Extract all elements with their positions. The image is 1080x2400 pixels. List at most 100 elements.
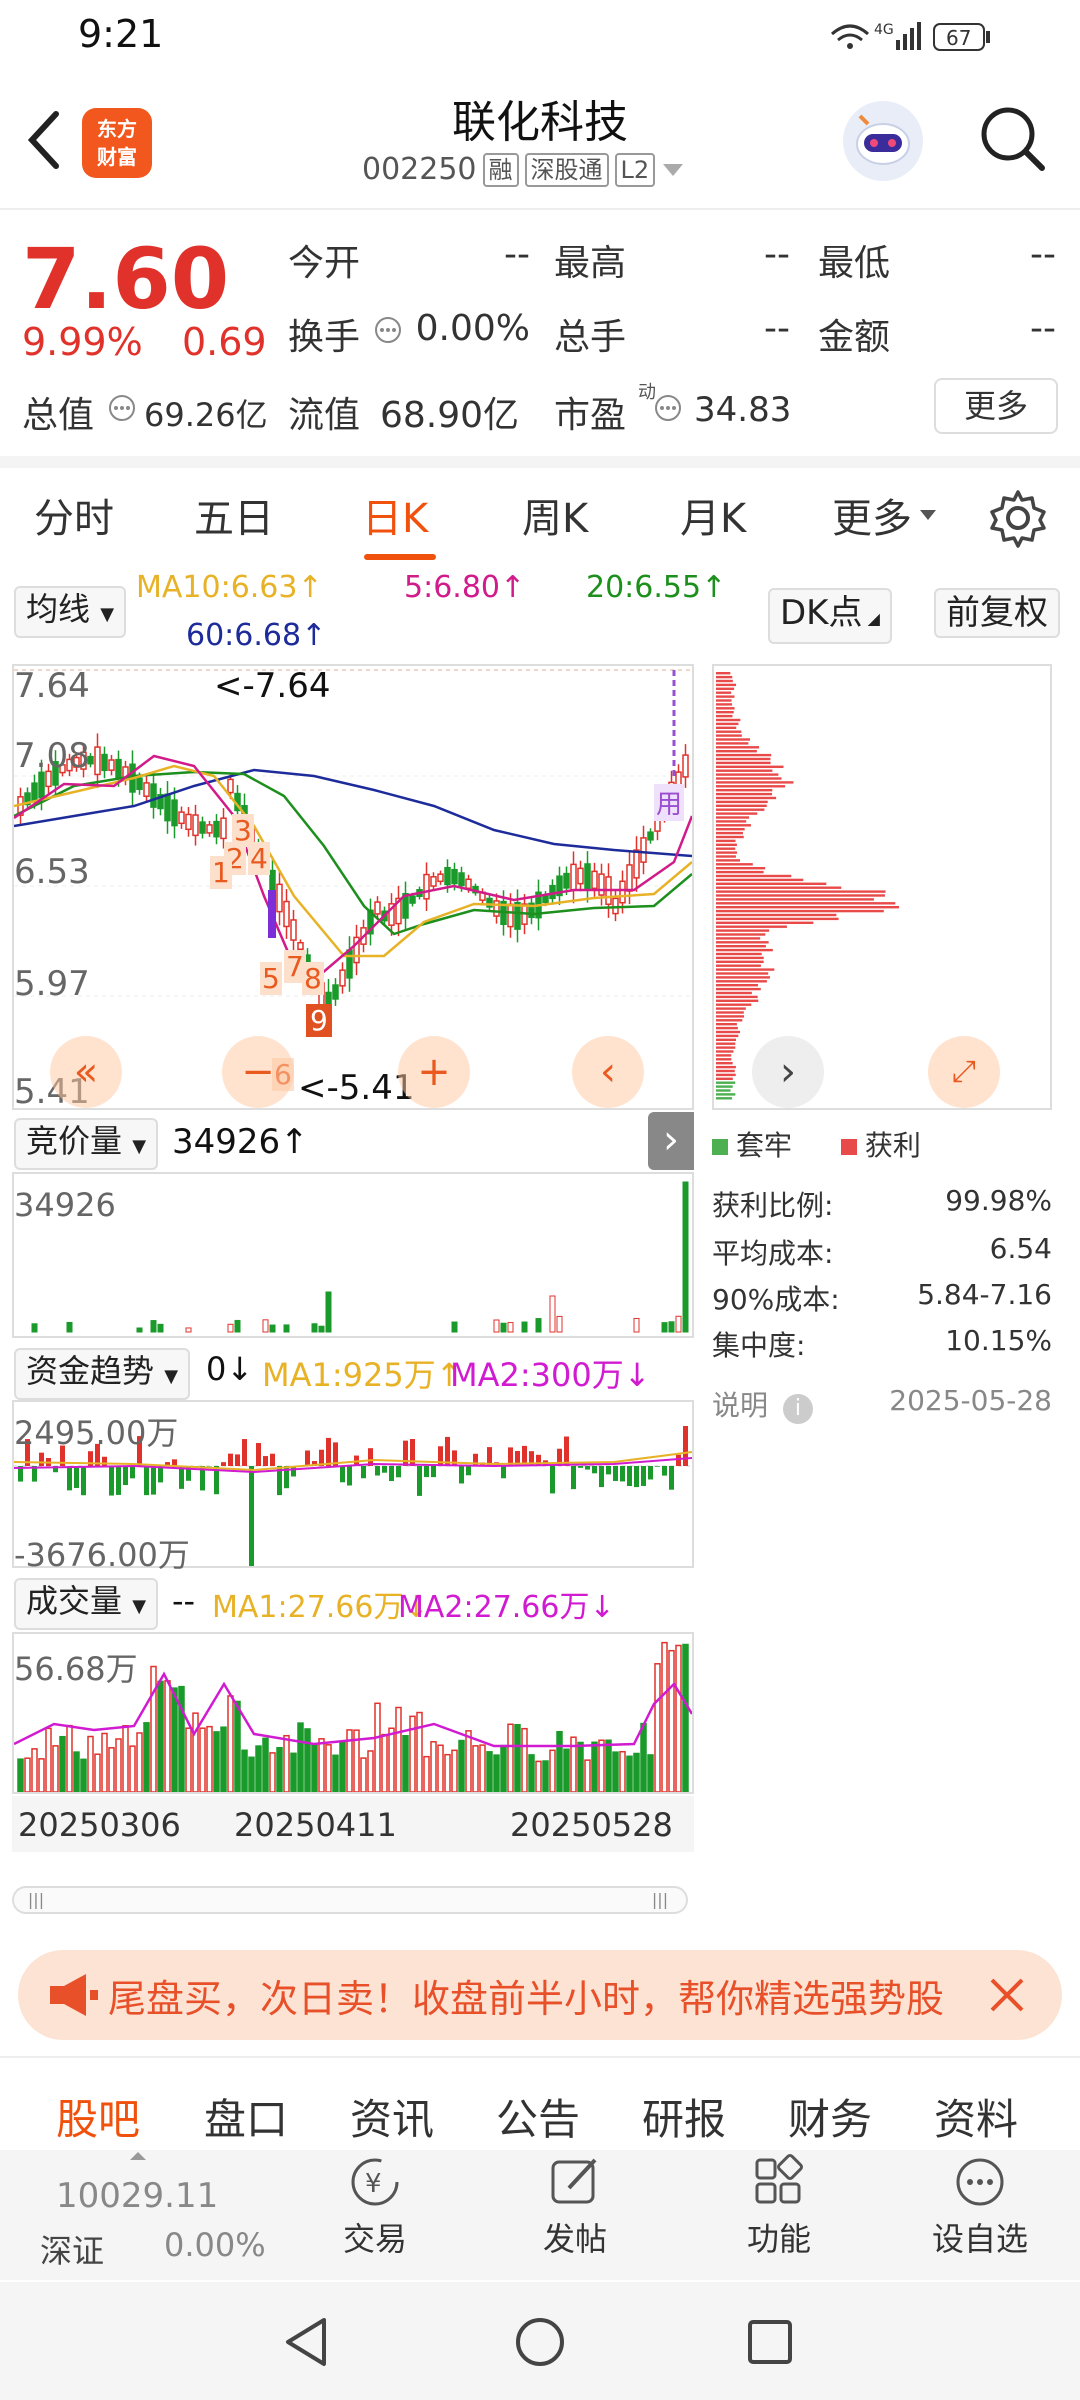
nav-post[interactable]: 发帖 bbox=[530, 2154, 620, 2260]
capital-bar bbox=[662, 1466, 667, 1476]
nav-functions-label: 功能 bbox=[746, 2220, 811, 2258]
capital-select[interactable]: 资金趋势 ▼ bbox=[14, 1348, 191, 1400]
dk-point-button[interactable]: DK点 ◢ bbox=[768, 588, 892, 644]
chip-bar bbox=[716, 746, 760, 749]
chip-bar bbox=[716, 1015, 745, 1018]
chip-bar bbox=[716, 1073, 736, 1077]
chip-bar bbox=[716, 1026, 738, 1030]
nav-trade[interactable]: ¥ 交易 bbox=[330, 2154, 420, 2260]
scroll-handle-left[interactable]: ||| bbox=[20, 1890, 52, 1910]
volume-bar bbox=[500, 1744, 507, 1793]
expand-panel-button[interactable]: › bbox=[648, 1112, 694, 1170]
capital-bar bbox=[39, 1452, 44, 1466]
chip-bar bbox=[716, 976, 770, 979]
tab-intraday[interactable]: 分时 bbox=[34, 486, 114, 544]
chip-bar bbox=[716, 1042, 736, 1045]
stock-code: 002250 bbox=[362, 152, 477, 187]
grid-icon bbox=[755, 2154, 803, 2204]
chip-bar bbox=[716, 1034, 739, 1038]
system-recents-icon[interactable] bbox=[742, 2314, 798, 2370]
expand-icon[interactable]: ⤢ bbox=[928, 1036, 1000, 1108]
volume-bar bbox=[381, 1733, 388, 1793]
system-home-icon[interactable] bbox=[512, 2314, 568, 2370]
time-scrollbar[interactable]: ||| ||| bbox=[12, 1886, 688, 1914]
tab-finance[interactable]: 财务 bbox=[788, 2086, 872, 2147]
chip-bar bbox=[716, 785, 786, 788]
megaphone-icon bbox=[50, 1974, 98, 2016]
scroll-left-button[interactable]: ‹ bbox=[572, 1036, 644, 1108]
tab-announcements[interactable]: 公告 bbox=[496, 2086, 580, 2147]
tab-profile[interactable]: 资料 bbox=[934, 2086, 1018, 2147]
capital-bar bbox=[571, 1466, 576, 1490]
tab-daily-k[interactable]: 日K bbox=[362, 486, 428, 544]
settings-gear-icon[interactable] bbox=[988, 488, 1048, 548]
chip-bar bbox=[716, 1089, 731, 1092]
chip-bar bbox=[716, 941, 769, 944]
kline-chart[interactable]: 7.64 7.08 6.53 5.97 5.41 <-7.64 <-5.41 3… bbox=[12, 664, 694, 1112]
chip-bar bbox=[716, 921, 814, 924]
chip-bar bbox=[716, 672, 731, 675]
volume-bar bbox=[192, 1712, 199, 1793]
close-icon[interactable] bbox=[986, 1974, 1028, 2016]
candle-body bbox=[283, 900, 290, 928]
zoom-in-button[interactable]: + bbox=[398, 1036, 470, 1108]
volume-bar bbox=[535, 1760, 542, 1793]
volume-bar bbox=[108, 1747, 115, 1793]
chip-note[interactable]: 说明 i bbox=[712, 1384, 813, 1424]
info-dots-icon[interactable] bbox=[654, 394, 682, 422]
capital-bar bbox=[109, 1466, 114, 1496]
chip-distribution-chart[interactable]: › ⤢ bbox=[712, 664, 1052, 1110]
more-button[interactable]: 更多 bbox=[934, 378, 1058, 434]
chip-bar bbox=[716, 1077, 733, 1080]
search-icon[interactable] bbox=[976, 102, 1048, 174]
scroll-handle-right[interactable]: ||| bbox=[644, 1890, 676, 1910]
system-back-icon[interactable] bbox=[280, 2314, 336, 2370]
auction-bar bbox=[668, 1321, 675, 1333]
chip-bar bbox=[716, 820, 747, 823]
volume-select[interactable]: 成交量 ▼ bbox=[14, 1578, 159, 1630]
info-dots-icon[interactable] bbox=[108, 394, 136, 422]
auction-bar bbox=[31, 1323, 38, 1333]
tab-monthly-k[interactable]: 月K bbox=[680, 486, 746, 544]
zoom-out-button[interactable]: − bbox=[222, 1036, 294, 1108]
active-tab-indicator bbox=[364, 554, 436, 560]
candle-body bbox=[185, 813, 192, 831]
chip-bar bbox=[716, 828, 745, 831]
volume-bar bbox=[556, 1731, 563, 1793]
capital-bar bbox=[620, 1466, 625, 1482]
chip-bar bbox=[716, 796, 777, 800]
chip-scroll-right-button[interactable]: › bbox=[752, 1036, 824, 1108]
tab-research[interactable]: 研报 bbox=[642, 2086, 726, 2147]
chart-tabs: 分时 五日 日K 周K 月K 更多 bbox=[0, 456, 1080, 560]
chip-bar bbox=[716, 1062, 733, 1065]
adjust-price-button[interactable]: 前复权 bbox=[934, 588, 1060, 638]
scroll-left-fast-button[interactable]: « bbox=[50, 1036, 122, 1108]
candle-body bbox=[633, 849, 640, 879]
tab-pankou[interactable]: 盘口 bbox=[204, 2086, 288, 2147]
robot-avatar-icon[interactable] bbox=[840, 98, 926, 184]
chip-bar bbox=[716, 874, 792, 878]
auction-chart[interactable]: 34926 bbox=[12, 1172, 694, 1338]
chip-bar bbox=[716, 699, 732, 702]
ma-select[interactable]: 均线 ▼ bbox=[14, 586, 127, 638]
tab-five-day[interactable]: 五日 bbox=[194, 486, 274, 544]
info-dots-icon[interactable] bbox=[374, 316, 402, 344]
stock-code-line[interactable]: 002250 融 深股通 L2 bbox=[362, 152, 685, 187]
tab-news[interactable]: 资讯 bbox=[350, 2086, 434, 2147]
volume-bar bbox=[178, 1685, 185, 1793]
volume-bar bbox=[150, 1665, 157, 1793]
auction-select[interactable]: 竞价量 ▼ bbox=[14, 1118, 159, 1170]
tab-guba[interactable]: 股吧 bbox=[56, 2086, 140, 2147]
tab-weekly-k[interactable]: 周K bbox=[522, 486, 588, 544]
volume-chart[interactable]: 56.68万 bbox=[12, 1632, 694, 1794]
auction-bar bbox=[136, 1327, 143, 1333]
capital-chart[interactable]: 2495.00万 -3676.00万 bbox=[12, 1400, 694, 1574]
nav-functions[interactable]: 功能 bbox=[734, 2154, 824, 2260]
promo-banner[interactable]: 尾盘买，次日卖！收盘前半小时，帮你精选强势股 bbox=[18, 1950, 1062, 2040]
tab-more[interactable]: 更多 bbox=[832, 486, 912, 544]
tab-more-arrow-icon bbox=[920, 510, 936, 520]
chip-bar bbox=[716, 839, 736, 843]
chip-bar bbox=[716, 711, 734, 714]
nav-add-watchlist[interactable]: 设自选 bbox=[920, 2154, 1040, 2260]
volume-bar bbox=[598, 1739, 605, 1793]
